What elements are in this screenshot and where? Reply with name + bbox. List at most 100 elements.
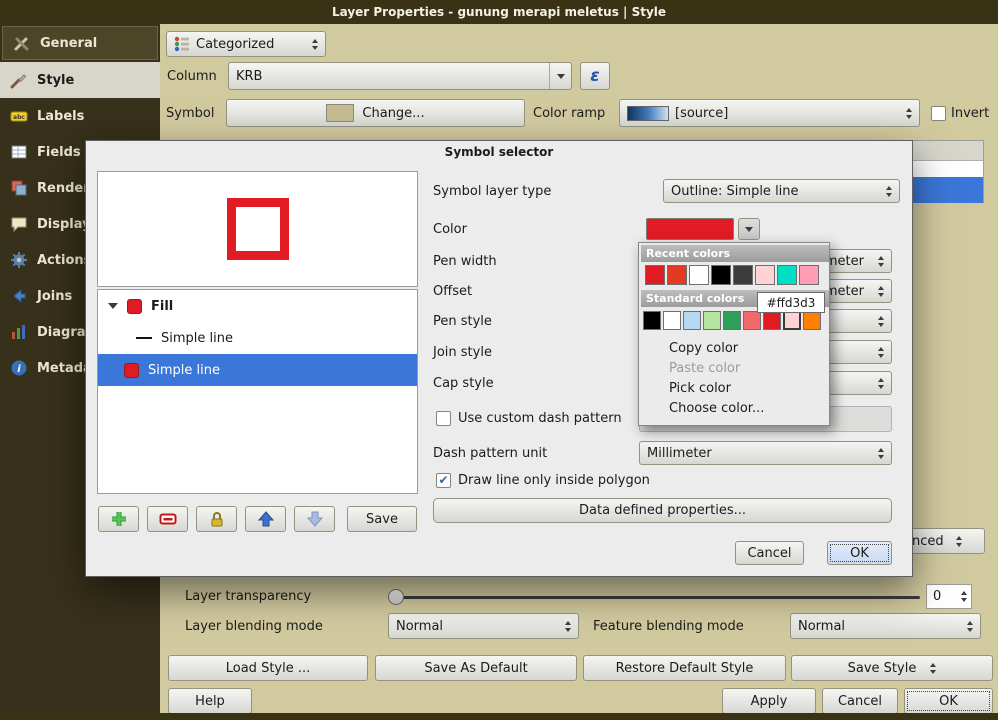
dropdown-arrows-icon bbox=[565, 621, 571, 632]
tree-item-simple-line-selected[interactable]: Simple line bbox=[98, 354, 417, 386]
pen-width-label: Pen width bbox=[433, 249, 497, 273]
expander-icon[interactable] bbox=[108, 303, 118, 309]
restore-default-style-button[interactable]: Restore Default Style bbox=[583, 655, 786, 681]
feature-blending-label: Feature blending mode bbox=[593, 613, 744, 639]
color-hex-tooltip: #ffd3d3 bbox=[757, 292, 825, 313]
color-swatch[interactable] bbox=[667, 265, 687, 285]
color-swatch[interactable] bbox=[689, 265, 709, 285]
save-symbol-button[interactable]: Save bbox=[347, 506, 417, 532]
color-swatch[interactable] bbox=[723, 311, 741, 330]
tree-item-fill[interactable]: Fill bbox=[98, 290, 417, 322]
color-swatch[interactable] bbox=[733, 265, 753, 285]
save-style-button[interactable]: Save Style bbox=[791, 655, 993, 681]
color-swatch[interactable] bbox=[711, 265, 731, 285]
categorized-icon bbox=[174, 36, 190, 52]
sidebar-item-general[interactable]: General bbox=[2, 26, 158, 60]
add-symbol-layer-button[interactable] bbox=[98, 506, 139, 532]
color-swatch[interactable] bbox=[777, 265, 797, 285]
window-titlebar[interactable]: Layer Properties - gunung merapi meletus… bbox=[0, 0, 998, 24]
lock-layer-button[interactable] bbox=[196, 506, 237, 532]
cap-style-label: Cap style bbox=[433, 371, 494, 395]
symbol-layer-tree: Fill Simple line Simple line bbox=[97, 289, 418, 494]
join-arrow-icon bbox=[10, 287, 28, 305]
expression-builder-button[interactable]: ε bbox=[580, 62, 610, 90]
invert-label: Invert bbox=[951, 99, 989, 127]
data-defined-properties-button[interactable]: Data defined properties... bbox=[433, 498, 892, 523]
dropdown-arrows-icon bbox=[967, 621, 973, 632]
layer-blending-value: Normal bbox=[396, 619, 443, 634]
color-ramp-dropdown[interactable]: [source] bbox=[619, 99, 920, 127]
pen-style-label: Pen style bbox=[433, 309, 492, 333]
sidebar-item-style[interactable]: Style bbox=[0, 62, 160, 98]
dropdown-arrows-icon bbox=[878, 448, 884, 459]
color-swatch[interactable] bbox=[755, 265, 775, 285]
move-layer-up-button[interactable] bbox=[245, 506, 286, 532]
column-combobox[interactable]: KRB bbox=[228, 62, 572, 90]
color-ramp-swatch bbox=[627, 106, 669, 121]
ok-button[interactable]: OK bbox=[904, 688, 993, 714]
spinbox-arrows-icon[interactable] bbox=[961, 591, 967, 602]
color-label: Color bbox=[433, 218, 467, 240]
transparency-spinbox[interactable]: 0 bbox=[926, 584, 972, 609]
tree-item-simple-line[interactable]: Simple line bbox=[98, 322, 417, 354]
use-custom-dash-checkbox[interactable] bbox=[436, 411, 451, 426]
lock-icon bbox=[208, 510, 226, 528]
color-swatch[interactable] bbox=[743, 311, 761, 330]
color-swatch[interactable] bbox=[803, 311, 821, 330]
save-as-default-button[interactable]: Save As Default bbox=[375, 655, 577, 681]
menu-item-pick-color[interactable]: Pick color bbox=[639, 379, 829, 399]
color-ramp-label: Color ramp bbox=[533, 99, 605, 127]
bar-chart-icon bbox=[10, 323, 28, 341]
move-layer-down-button bbox=[294, 506, 335, 532]
dropdown-arrows-icon bbox=[312, 39, 318, 50]
color-swatch[interactable] bbox=[643, 311, 661, 330]
symbol-layer-type-dropdown[interactable]: Outline: Simple line bbox=[663, 179, 900, 203]
symbol-change-button[interactable]: Change... bbox=[226, 99, 525, 127]
dialog-title: Symbol selector bbox=[86, 145, 912, 159]
color-swatch-hovered[interactable] bbox=[783, 311, 801, 330]
dialog-cancel-button[interactable]: Cancel bbox=[735, 541, 804, 565]
dropdown-arrows-icon bbox=[930, 663, 936, 674]
color-swatch[interactable] bbox=[663, 311, 681, 330]
dropdown-arrows-icon bbox=[956, 536, 962, 547]
wrench-icon bbox=[13, 34, 31, 52]
renderer-type-dropdown[interactable]: Categorized bbox=[166, 31, 326, 57]
transparency-slider-track[interactable] bbox=[390, 596, 920, 599]
menu-item-copy-color[interactable]: Copy color bbox=[639, 339, 829, 359]
feature-blending-dropdown[interactable]: Normal bbox=[790, 613, 981, 639]
color-swatch[interactable] bbox=[799, 265, 819, 285]
dialog-ok-button[interactable]: OK bbox=[827, 541, 892, 565]
color-swatch[interactable] bbox=[645, 265, 665, 285]
color-swatch[interactable] bbox=[703, 311, 721, 330]
transparency-value: 0 bbox=[927, 589, 941, 604]
symbol-preview-area bbox=[97, 171, 418, 287]
combo-arrow-icon[interactable] bbox=[549, 63, 571, 89]
chevron-down-icon bbox=[745, 227, 753, 232]
apply-button[interactable]: Apply bbox=[722, 688, 816, 714]
recent-colors-header: Recent colors bbox=[641, 245, 829, 262]
menu-item-choose-color[interactable]: Choose color... bbox=[639, 399, 829, 419]
color-swatch[interactable] bbox=[683, 311, 701, 330]
symbol-change-label: Change... bbox=[362, 106, 424, 121]
transparency-slider-handle[interactable] bbox=[388, 589, 404, 605]
gear-icon bbox=[10, 251, 28, 269]
sidebar-item-labels[interactable]: abc Labels bbox=[0, 98, 160, 134]
help-button[interactable]: Help bbox=[168, 688, 252, 714]
color-swatch[interactable] bbox=[763, 311, 781, 330]
layer-blending-dropdown[interactable]: Normal bbox=[388, 613, 579, 639]
load-style-button[interactable]: Load Style ... bbox=[168, 655, 368, 681]
paintbrush-icon bbox=[10, 71, 28, 89]
cancel-button[interactable]: Cancel bbox=[822, 688, 898, 714]
plus-icon bbox=[110, 510, 128, 528]
remove-symbol-layer-button[interactable] bbox=[147, 506, 188, 532]
arrow-down-icon bbox=[306, 510, 324, 528]
color-ramp-value: [source] bbox=[675, 106, 728, 121]
color-button[interactable] bbox=[646, 218, 734, 240]
column-label: Column bbox=[167, 62, 217, 90]
dash-pattern-unit-dropdown[interactable]: Millimeter bbox=[639, 441, 892, 465]
draw-inside-polygon-checkbox[interactable] bbox=[436, 473, 451, 488]
invert-checkbox[interactable] bbox=[931, 106, 946, 121]
use-custom-dash-label: Use custom dash pattern bbox=[458, 408, 622, 428]
color-dropdown-arrow-button[interactable] bbox=[738, 218, 760, 240]
speech-bubble-icon bbox=[10, 215, 28, 233]
